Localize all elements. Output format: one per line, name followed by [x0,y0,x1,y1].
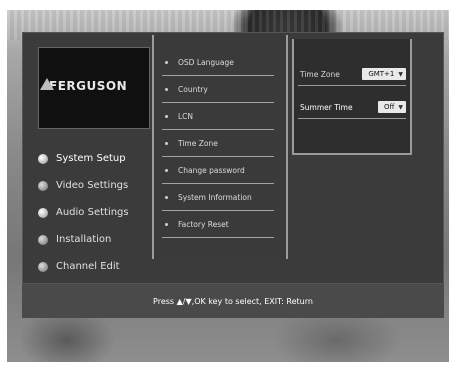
main-menu-item-channel-edit[interactable]: Channel Edit [38,253,162,280]
main-menu-item-installation[interactable]: Installation [38,226,162,253]
main-menu-item-label: System Setup [56,153,126,164]
submenu-item-label: Factory Reset [178,219,229,229]
submenu-item-label: Time Zone [178,138,218,148]
summer-time-label: Summer Time [300,102,353,112]
menu-bullet-icon [38,180,48,191]
submenu-dot-icon [165,114,168,118]
submenu-item-label: LCN [178,111,194,121]
submenu-item-osd-language[interactable]: OSD Language [162,49,274,76]
time-zone-settings-panel: Time Zone GMT+1 ▼ Summer Time Off ▼ [292,39,412,155]
summer-time-value: Off [384,103,395,111]
ferguson-logo-icon [40,78,54,90]
submenu-item-system-information[interactable]: System Information [162,184,274,211]
summer-time-select[interactable]: Off ▼ [378,101,406,113]
submenu-dot-icon [165,60,168,64]
submenu-item-factory-reset[interactable]: Factory Reset [162,211,274,238]
submenu-dot-icon [165,141,168,145]
time-zone-value: GMT+1 [368,70,395,78]
system-setup-submenu: OSD Language Country LCN Time Zone Chang… [152,35,288,259]
summer-time-row[interactable]: Summer Time Off ▼ [298,96,406,119]
submenu-dot-icon [165,87,168,91]
menu-bullet-icon [38,153,48,164]
main-menu: System Setup Video Settings Audio Settin… [38,145,162,280]
settings-menu-window: FERGUSON System Setup Video Settings Aud… [22,32,444,284]
help-bar: Press ▲/▼,OK key to select, EXIT: Return [22,284,444,318]
menu-bullet-icon [38,261,48,272]
submenu-dot-icon [165,168,168,172]
submenu-item-label: OSD Language [178,57,234,67]
time-zone-row[interactable]: Time Zone GMT+1 ▼ [298,63,406,86]
brand-logo-text: FERGUSON [49,79,128,93]
main-menu-item-audio-settings[interactable]: Audio Settings [38,199,162,226]
submenu-item-change-password[interactable]: Change password [162,157,274,184]
menu-bullet-icon [38,207,48,218]
menu-bullet-icon [38,234,48,245]
time-zone-select[interactable]: GMT+1 ▼ [362,68,406,80]
dropdown-caret-icon: ▼ [398,70,403,78]
main-menu-item-label: Channel Edit [56,261,120,272]
submenu-item-lcn[interactable]: LCN [162,103,274,130]
main-menu-item-label: Video Settings [56,180,129,191]
submenu-item-label: System Information [178,192,252,202]
submenu-item-label: Country [178,84,208,94]
brand-logo-box: FERGUSON [38,47,150,129]
main-menu-item-label: Audio Settings [56,207,129,218]
submenu-dot-icon [165,222,168,226]
main-menu-item-video-settings[interactable]: Video Settings [38,172,162,199]
submenu-item-country[interactable]: Country [162,76,274,103]
submenu-item-label: Change password [178,165,245,175]
submenu-item-time-zone[interactable]: Time Zone [162,130,274,157]
main-menu-item-system-setup[interactable]: System Setup [38,145,162,172]
brand-logo: FERGUSON [40,78,128,93]
navigation-hint: Press ▲/▼,OK key to select, EXIT: Return [153,296,313,306]
submenu-dot-icon [165,195,168,199]
time-zone-label: Time Zone [300,69,340,79]
dropdown-caret-icon: ▼ [398,103,403,111]
main-menu-item-label: Installation [56,234,112,245]
